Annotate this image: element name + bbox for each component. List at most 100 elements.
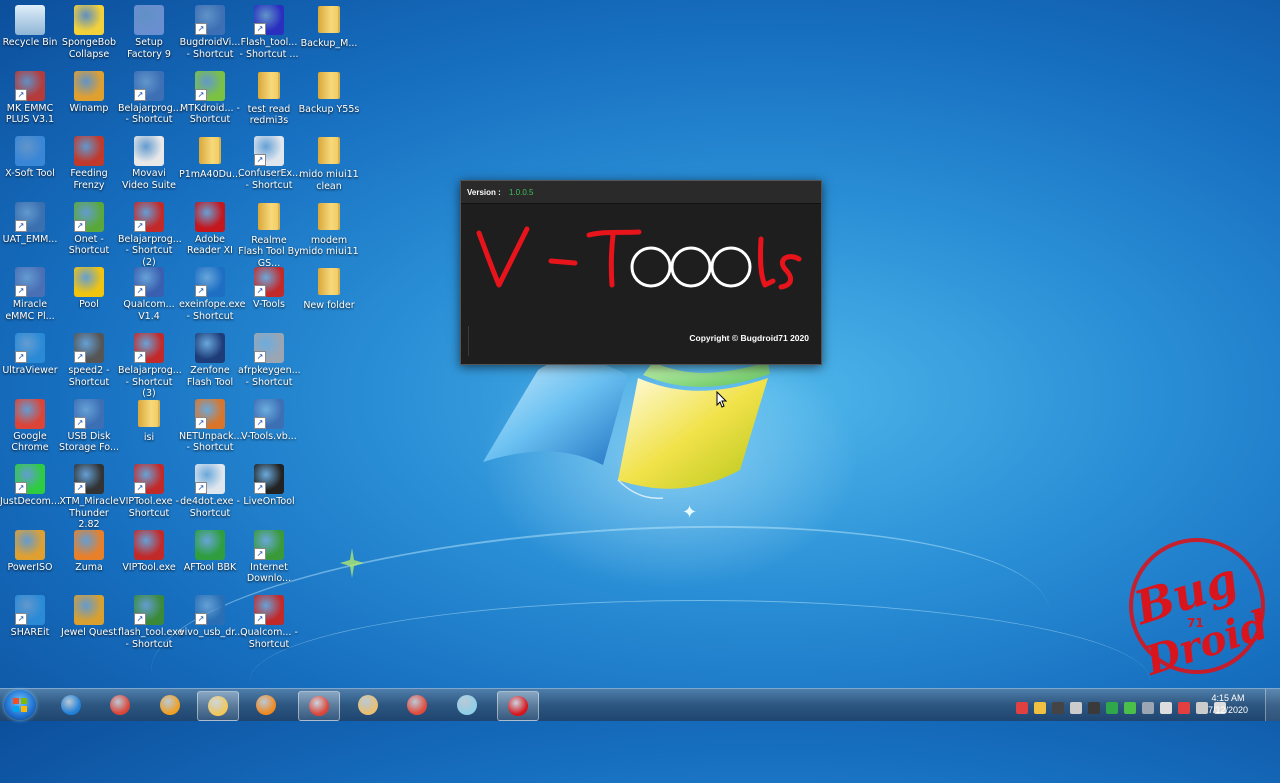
desktop-icon-folder[interactable]: isi <box>118 399 180 444</box>
desktop-icon-fish[interactable]: Feeding Frenzy <box>58 136 120 191</box>
desktop-icon-label: PowerISO <box>7 561 53 573</box>
desktop-icon-liveon[interactable]: ↗ LiveOnTool <box>238 464 300 508</box>
desktop-icon-confuser[interactable]: ↗ ConfuserEx... - Shortcut <box>238 136 301 191</box>
desktop-icon-folder[interactable]: modem mido miui11 <box>298 202 360 258</box>
desktop-icon-vivo-usb[interactable]: ↗ vivo_usb_dr... <box>179 595 243 639</box>
desktop-icon-speed[interactable]: ↗ speed2 - Shortcut <box>58 333 120 388</box>
desktop-icon-label: Zenfone Flash Tool <box>186 365 234 388</box>
justdecompile-icon: ↗ <box>15 464 45 495</box>
taskbar-button-movavi[interactable] <box>397 691 437 719</box>
shortcut-arrow-icon: ↗ <box>74 416 86 429</box>
desktop-icon-onet[interactable]: ↗ Onet - Shortcut <box>58 201 120 257</box>
shortcut-arrow-icon: ↗ <box>254 23 266 35</box>
desktop-icon-miracle[interactable]: ↗ Miracle eMMC Pl... <box>0 267 61 322</box>
internet-explorer-icon <box>61 695 81 715</box>
desktop-icon-tools[interactable]: ↗ afrpkeygen... - Shortcut <box>238 333 301 388</box>
desktop-icon-vb-project[interactable]: ↗ V-Tools.vb... <box>238 398 300 443</box>
desktop-icon-flash-tool[interactable]: ↗ Flash_tool... - Shortcut ... <box>238 5 300 60</box>
desktop-icon-bug[interactable]: ↗ VIPTool.exe - Shortcut <box>118 464 180 519</box>
desktop-icon-jewel-quest[interactable]: Jewel Quest <box>58 595 120 639</box>
desktop-icon-zenfone[interactable]: Zenfone Flash Tool <box>179 333 241 388</box>
desktop-icon-exeinfo[interactable]: ↗ exeinfope.exe - Shortcut <box>179 267 245 322</box>
tray-icon[interactable] <box>1142 701 1154 714</box>
desktop-icon-label: VIPTool.exe - Shortcut <box>119 496 179 519</box>
desktop-icon-recycle-bin[interactable]: Recycle Bin <box>0 5 61 49</box>
taskbar-button-sublime[interactable] <box>150 691 190 719</box>
tray-icon[interactable] <box>1016 701 1028 714</box>
desktop-icon-setup-factory[interactable]: Setup Factory 9 <box>118 5 180 60</box>
tray-icon[interactable] <box>1160 701 1172 714</box>
tray-icon[interactable] <box>1034 701 1046 714</box>
fish-icon <box>74 136 104 167</box>
taskbar-button-media-player[interactable] <box>246 691 286 719</box>
desktop-icon-flash-tool-exe[interactable]: ↗ flash_tool.exe - Shortcut <box>118 595 183 650</box>
desktop-icon-chrome[interactable]: Google Chrome <box>0 398 61 454</box>
desktop-icon-aftool[interactable]: AFTool BBK <box>179 529 241 574</box>
desktop-icon-winamp[interactable]: Winamp <box>58 70 120 115</box>
desktop-icon-ultraviewer[interactable]: ↗ UltraViewer <box>0 333 61 377</box>
taskbar-button-eraser[interactable] <box>447 691 487 719</box>
desktop-icon-folder[interactable]: New folder <box>298 267 360 312</box>
tray-icon[interactable] <box>1106 701 1118 714</box>
desktop-icon-justdecompile[interactable]: ↗ JustDecom... <box>0 464 61 508</box>
vtools-splash-window[interactable]: Version : 1.0.0.5 Copyright © Bugdroid71… <box>460 180 822 365</box>
tray-icon[interactable] <box>1070 701 1082 714</box>
desktop-icon-label: test read redmi3s <box>247 103 291 127</box>
tray-icon[interactable] <box>1052 701 1064 714</box>
desktop-icon-android[interactable]: ↗ MTKdroid... - Shortcut <box>179 70 241 126</box>
desktop-icon-mk-emmc[interactable]: ↗ MK EMMC PLUS V3.1 <box>0 70 61 126</box>
folder-icon <box>134 399 164 430</box>
desktop-icon-poweriso[interactable]: PowerISO <box>0 529 61 574</box>
taskbar-button-chrome[interactable] <box>100 691 140 719</box>
taskbar-button-vtools-app[interactable] <box>497 691 539 721</box>
taskbar-clock[interactable]: 4:15 AM 7/12/2020 <box>1208 692 1248 716</box>
tray-icon[interactable] <box>1124 701 1136 714</box>
desktop-icon-shareit[interactable]: ↗ SHAREit <box>0 595 61 639</box>
desktop-icon-netunpack[interactable]: ↗ NETUnpack... - Shortcut <box>179 398 243 454</box>
svg-text:✦: ✦ <box>682 502 697 520</box>
desktop-icon-folder[interactable]: Backup Y55s <box>298 71 360 116</box>
desktop-icon-folder[interactable]: Backup_M... <box>298 5 360 50</box>
folder-icon <box>314 268 344 298</box>
taskbar-button-explorer-folder[interactable] <box>197 691 239 721</box>
desktop-icon-vb-project[interactable]: ↗ BugdroidVi... - Shortcut <box>179 5 241 60</box>
desktop-icon-bug[interactable]: VIPTool.exe <box>118 529 180 574</box>
desktop-icon-folder[interactable]: Realme Flash Tool By GS... <box>238 202 300 270</box>
desktop-icon-folder[interactable]: mido miui11 clean <box>298 136 360 192</box>
desktop-icon-vb-project[interactable]: ↗ Belajarprog... - Shortcut <box>118 70 182 126</box>
tray-icon[interactable] <box>1088 701 1100 714</box>
desktop-icon-movavi[interactable]: Movavi Video Suite <box>118 136 180 191</box>
desktop-icon-gear[interactable]: X-Soft Tool <box>0 136 61 180</box>
start-button[interactable] <box>4 690 36 720</box>
desktop-icon-bug[interactable]: ↗ Belajarprog... - Shortcut (2) <box>118 201 182 269</box>
taskbar-button-paint[interactable] <box>348 691 388 719</box>
desktop-icon-pool-ball[interactable]: Pool <box>58 267 120 311</box>
desktop-icon-idm[interactable]: ↗ Internet Downlo... <box>238 529 300 585</box>
desktop-icon-zuma[interactable]: Zuma <box>58 529 120 574</box>
tray-icon[interactable] <box>1178 701 1190 714</box>
desktop-icon-usb[interactable]: ↗ USB Disk Storage Fo... <box>58 398 120 454</box>
tray-icon[interactable] <box>1196 701 1208 714</box>
desktop-icon-qualcomm[interactable]: ↗ Qualcom... V1.4 <box>118 267 180 322</box>
flash-tool-icon: ↗ <box>254 5 284 35</box>
desktop-icon-uat-emmc[interactable]: ↗ UAT_EMM... <box>0 201 61 246</box>
bugdroid-watermark: Bug 71 Droid <box>1126 538 1274 682</box>
desktop-icon-label: Belajarprog... - Shortcut (3) <box>118 365 182 399</box>
desktop-icon-label: Pool <box>79 299 99 311</box>
taskbar-button-internet-explorer[interactable] <box>51 691 91 719</box>
desktop-icon-bug[interactable]: ↗ Qualcom... - Shortcut <box>238 595 300 650</box>
show-desktop-button[interactable] <box>1265 689 1280 721</box>
taskbar-button-chrome[interactable] <box>298 691 340 721</box>
desktop-icon-de4dot[interactable]: ↗ de4dot.exe - Shortcut <box>179 464 241 519</box>
desktop-icon-label: Belajarprog... - Shortcut (2) <box>118 233 182 268</box>
desktop-icon-label: mido miui11 clean <box>299 169 359 192</box>
desktop-icon-bug[interactable]: ↗ Belajarprog... - Shortcut (3) <box>118 333 182 400</box>
desktop-icon-spongebob[interactable]: SpongeBob Collapse <box>58 5 120 60</box>
desktop-icon-adobe-reader[interactable]: Adobe Reader XI <box>179 201 241 257</box>
desktop-icon-folder[interactable]: test read redmi3s <box>238 71 300 127</box>
desktop-icon-thunder[interactable]: ↗ XTM_Miracle Thunder 2.82 <box>58 464 120 531</box>
bug-icon: ↗ <box>254 267 284 298</box>
desktop-icon-bug[interactable]: ↗ V-Tools <box>238 267 300 311</box>
desktop-icon-folder[interactable]: P1mA40Du... <box>179 136 241 181</box>
desktop-icon-label: JustDecom... <box>0 496 60 508</box>
